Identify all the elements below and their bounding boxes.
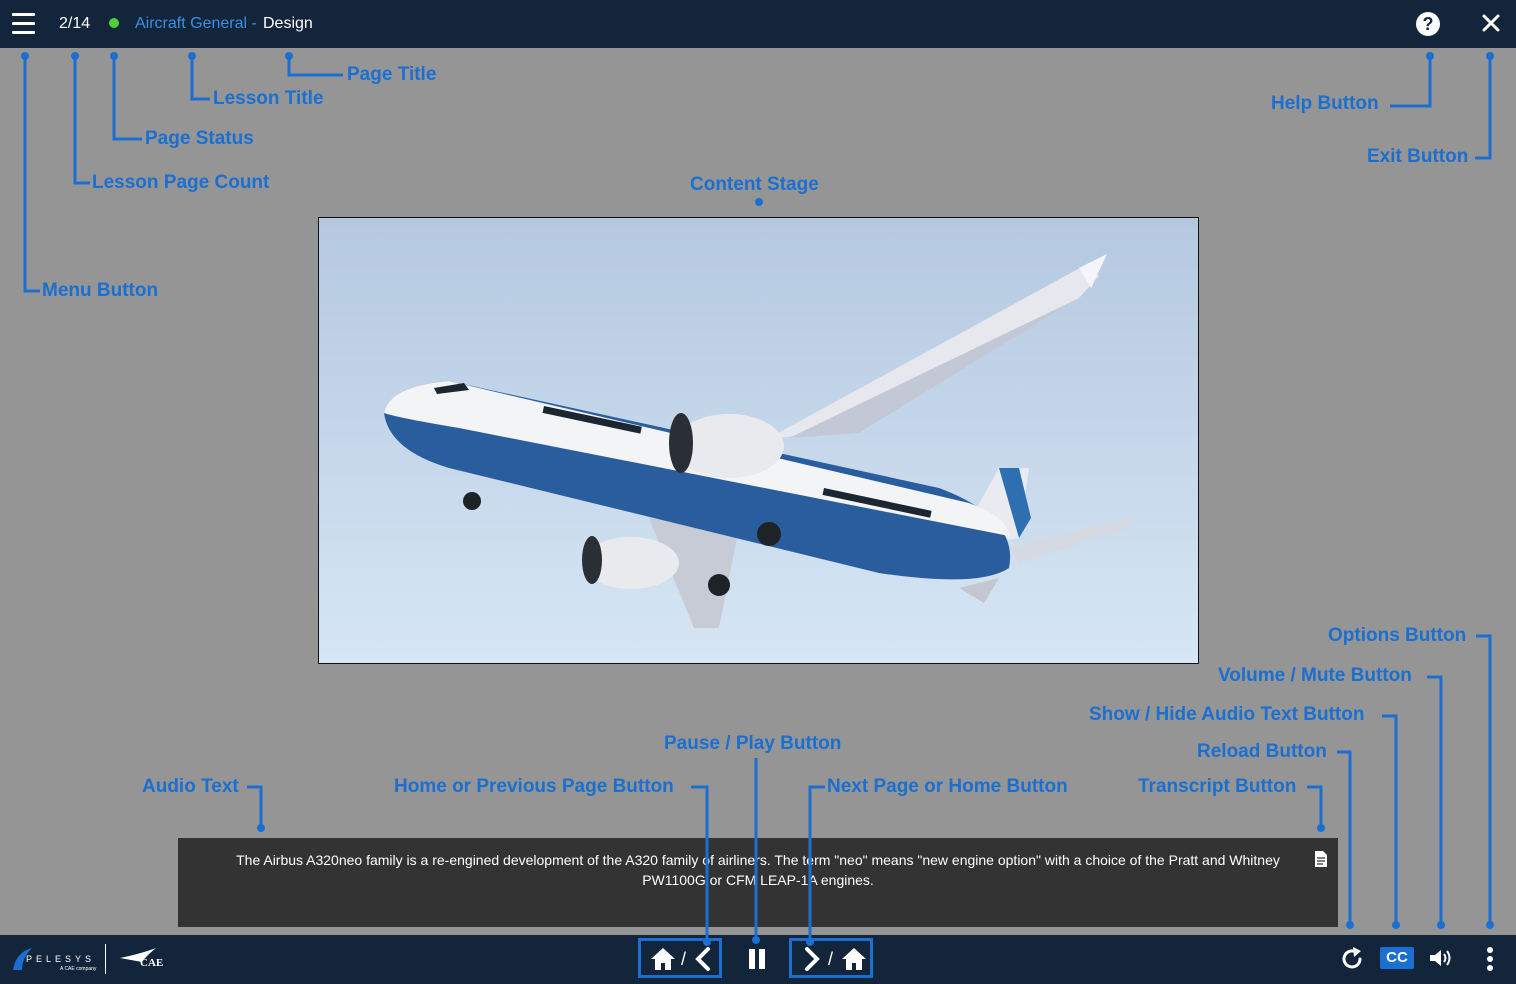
annotation-next-home: Next Page or Home Button (827, 776, 1068, 797)
annotation-volume: Volume / Mute Button (1218, 665, 1412, 686)
annotation-page-title: Page Title (347, 64, 437, 85)
annotation-exit: Exit Button (1367, 146, 1469, 167)
annotation-menu: Menu Button (42, 280, 159, 301)
annotation-help: Help Button (1271, 93, 1379, 114)
annotation-audio-text: Audio Text (142, 776, 239, 797)
annotation-show-hide: Show / Hide Audio Text Button (1089, 704, 1365, 725)
annotation-transcript: Transcript Button (1138, 776, 1297, 797)
annotation-pause-play: Pause / Play Button (664, 733, 842, 754)
annotation-options: Options Button (1328, 625, 1467, 646)
annotation-home-prev: Home or Previous Page Button (394, 776, 674, 797)
annotation-content-stage: Content Stage (690, 174, 819, 195)
annotation-page-count: Lesson Page Count (92, 172, 270, 193)
annotation-lesson-title: Lesson Title (213, 88, 324, 109)
annotation-reload: Reload Button (1197, 741, 1327, 762)
annotation-page-status: Page Status (145, 128, 254, 149)
